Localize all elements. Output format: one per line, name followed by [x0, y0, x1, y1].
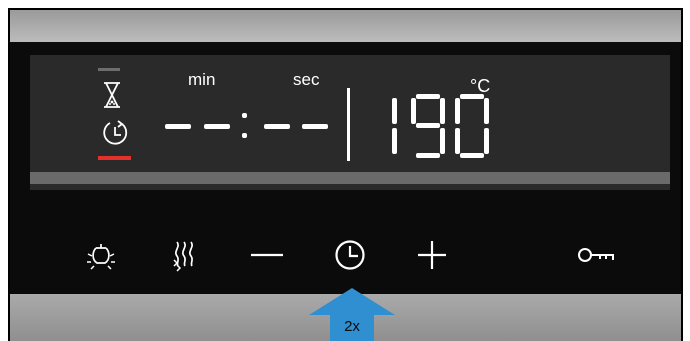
- time-colon-dot: [242, 113, 247, 118]
- clock-reset-icon: [103, 120, 128, 145]
- childproof-lock-button[interactable]: [572, 230, 622, 280]
- time-digit-dash: [165, 124, 191, 129]
- temperature-unit: °C: [470, 76, 491, 96]
- plus-icon: [418, 241, 446, 269]
- temperature-digits: [392, 94, 489, 158]
- plus-button[interactable]: [407, 230, 457, 280]
- light-button[interactable]: [76, 230, 126, 280]
- hourglass-icon: [104, 82, 120, 108]
- time-digit-dash: [204, 124, 230, 129]
- display-separator: [347, 88, 350, 161]
- min-label: min: [188, 70, 216, 89]
- active-indicator-bar: [98, 156, 131, 160]
- time-digit-dash: [264, 124, 290, 129]
- sec-label: sec: [293, 70, 320, 89]
- oven-light-icon: [87, 244, 115, 270]
- display-bottom-strip: [30, 172, 670, 184]
- heating-mode-icon: [173, 241, 193, 272]
- press-count-label: 2x: [332, 313, 372, 341]
- time-digit-dash: [302, 124, 328, 129]
- clock-icon: [335, 240, 365, 270]
- minus-button[interactable]: [242, 230, 292, 280]
- clock-button[interactable]: [325, 230, 375, 280]
- key-lock-icon: [578, 248, 614, 262]
- minus-icon: [251, 253, 283, 257]
- time-colon-dot: [242, 133, 247, 138]
- oven-control-frame: min sec 190 °C: [8, 8, 683, 341]
- program-indicator-dash: [98, 68, 120, 71]
- heating-mode-button[interactable]: [160, 230, 210, 280]
